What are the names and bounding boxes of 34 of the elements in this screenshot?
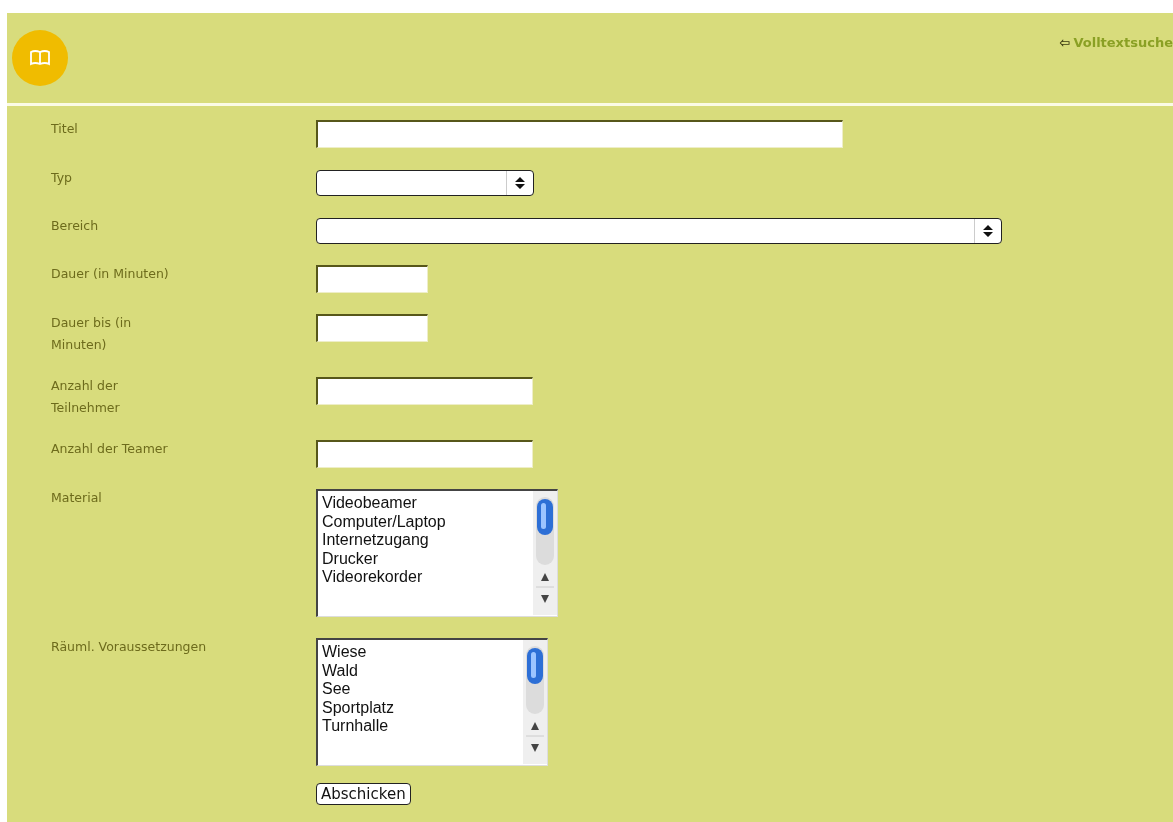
field-label: Dauer bis (in Minuten) bbox=[51, 314, 133, 354]
list-option[interactable]: Wald bbox=[322, 661, 523, 680]
text-field[interactable] bbox=[316, 265, 428, 293]
list-box[interactable]: Wiese Wald See Sportplatz Turnhalle bbox=[316, 638, 548, 766]
list-option[interactable]: Videobeamer bbox=[322, 494, 533, 513]
text-field[interactable] bbox=[316, 314, 428, 342]
field-label: Dauer (in Minuten) bbox=[51, 265, 170, 283]
text-field[interactable] bbox=[316, 377, 533, 405]
list-option[interactable]: See bbox=[322, 680, 523, 699]
list-option[interactable]: Drucker bbox=[322, 549, 533, 568]
text-field[interactable] bbox=[316, 120, 843, 148]
list-option[interactable]: Videorekorder bbox=[322, 568, 533, 587]
field-label: Räuml. Voraussetzungen bbox=[51, 638, 208, 656]
list-option[interactable]: Turnhalle bbox=[322, 717, 523, 736]
submit-button[interactable]: Abschicken bbox=[316, 783, 411, 805]
list-option[interactable]: Sportplatz bbox=[322, 698, 523, 717]
fulltext-search-link[interactable]: ⇦ Volltextsuche bbox=[1059, 35, 1173, 50]
field-label: Titel bbox=[51, 120, 79, 138]
dropdown[interactable] bbox=[316, 170, 534, 196]
list-box[interactable]: Videobeamer Computer/Laptop Internetzugang Drucker Videorekorder bbox=[316, 489, 558, 617]
field-label: Anzahl der Teilnehmer bbox=[51, 377, 121, 417]
list-option[interactable]: Wiese bbox=[322, 643, 523, 662]
field-label: Bereich bbox=[51, 217, 100, 235]
scrollbar[interactable] bbox=[533, 491, 557, 615]
updown-arrows-icon bbox=[515, 177, 525, 189]
field-label: Material bbox=[51, 489, 103, 507]
updown-arrows-icon bbox=[983, 225, 993, 237]
field-label: Anzahl der Teamer bbox=[51, 440, 169, 458]
field-label: Typ bbox=[51, 169, 74, 187]
scrollbar[interactable] bbox=[523, 640, 547, 764]
list-option[interactable]: Computer/Laptop bbox=[322, 512, 533, 531]
text-field[interactable] bbox=[316, 440, 533, 468]
list-option[interactable]: Internetzugang bbox=[322, 531, 533, 550]
dropdown[interactable] bbox=[316, 218, 1002, 244]
